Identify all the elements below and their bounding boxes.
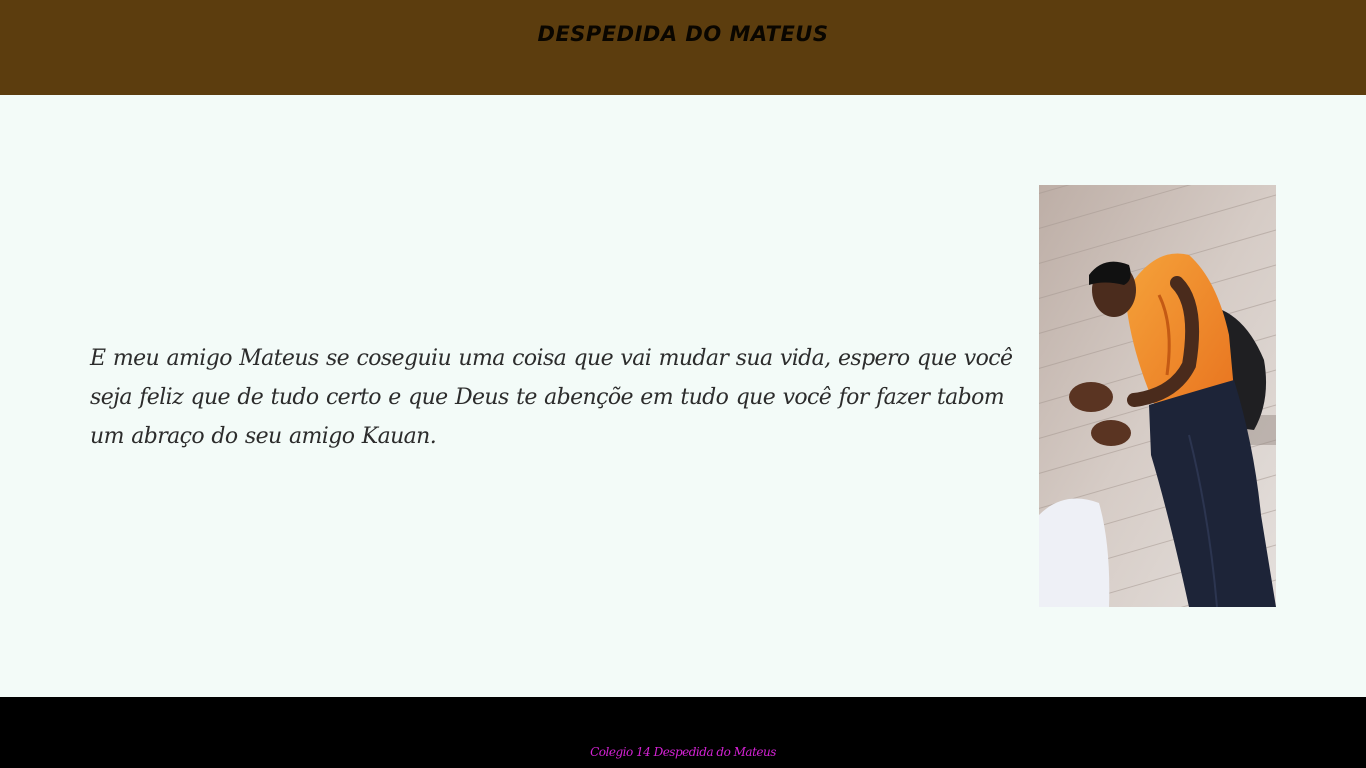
main-content: E meu amigo Mateus se coseguiu uma coisa… xyxy=(0,95,1366,697)
farewell-message: E meu amigo Mateus se coseguiu uma coisa… xyxy=(90,346,1013,449)
photo-illustration xyxy=(1039,185,1276,607)
mateus-photo xyxy=(1039,185,1276,607)
page-footer: Colegio 14 Despedida do Mateus xyxy=(0,697,1366,768)
page-header: DESPEDIDA DO MATEUS xyxy=(0,0,1366,95)
page-title: DESPEDIDA DO MATEUS xyxy=(537,22,829,46)
footer-text: Colegio 14 Despedida do Mateus xyxy=(590,745,776,759)
